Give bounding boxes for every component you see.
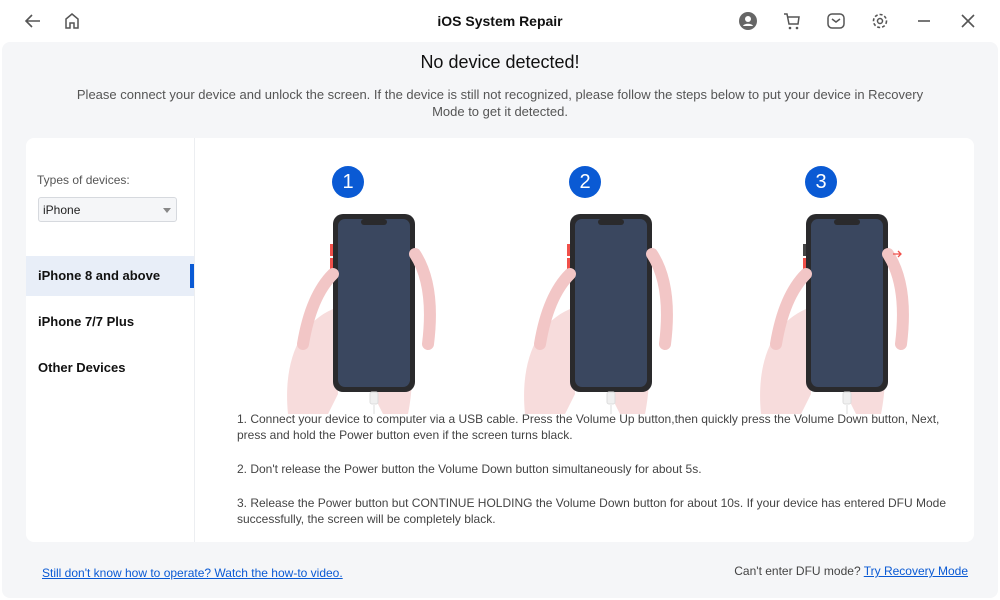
step-number: 2 <box>569 166 601 198</box>
instructions: 1. Connect your device to computer via a… <box>237 411 957 545</box>
sidebar-item-iphone-7[interactable]: iPhone 7/7 Plus <box>26 302 194 342</box>
account-icon[interactable] <box>737 10 759 32</box>
sidebar-item-iphone-8-and-above[interactable]: iPhone 8 and above <box>26 256 194 296</box>
recovery-mode-link[interactable]: Try Recovery Mode <box>864 564 968 578</box>
phone-illustration <box>287 214 436 414</box>
mail-icon[interactable] <box>825 10 847 32</box>
chevron-down-icon <box>163 208 171 213</box>
instruction-step-1: 1. Connect your device to computer via a… <box>237 412 940 442</box>
select-value: iPhone <box>43 203 81 217</box>
cart-icon[interactable] <box>781 10 803 32</box>
sidebar-item-other-devices[interactable]: Other Devices <box>26 348 194 388</box>
phone-illustration <box>760 214 909 414</box>
step-number: 1 <box>332 166 364 198</box>
instruction-step-2: 2. Don't release the Power button the Vo… <box>237 462 702 476</box>
sidebar: Types of devices: iPhone iPhone 8 and ab… <box>26 138 195 542</box>
title-bar: iOS System Repair <box>0 0 1000 42</box>
phone-illustration <box>524 214 673 414</box>
device-type-select[interactable]: iPhone <box>38 197 177 222</box>
guide-card: Types of devices: iPhone iPhone 8 and ab… <box>26 138 974 542</box>
close-icon[interactable] <box>957 10 979 32</box>
types-label: Types of devices: <box>37 173 130 187</box>
dfu-question: Can't enter DFU mode? <box>734 564 861 578</box>
step-1: 1 <box>258 166 438 414</box>
dfu-footer: Can't enter DFU mode? Try Recovery Mode <box>734 564 968 578</box>
step-number: 3 <box>805 166 837 198</box>
step-2: 2 <box>495 166 675 414</box>
page-title: No device detected! <box>420 52 580 72</box>
window-title: iOS System Repair <box>437 13 563 29</box>
instruction-step-3: 3. Release the Power button but CONTINUE… <box>237 496 947 526</box>
how-to-video-link[interactable]: Still don't know how to operate? Watch t… <box>42 566 343 580</box>
page-subtitle: Please connect your device and unlock th… <box>76 87 924 119</box>
gear-icon[interactable] <box>869 10 891 32</box>
minimize-icon[interactable] <box>913 10 935 32</box>
step-3: 3 <box>731 166 911 414</box>
